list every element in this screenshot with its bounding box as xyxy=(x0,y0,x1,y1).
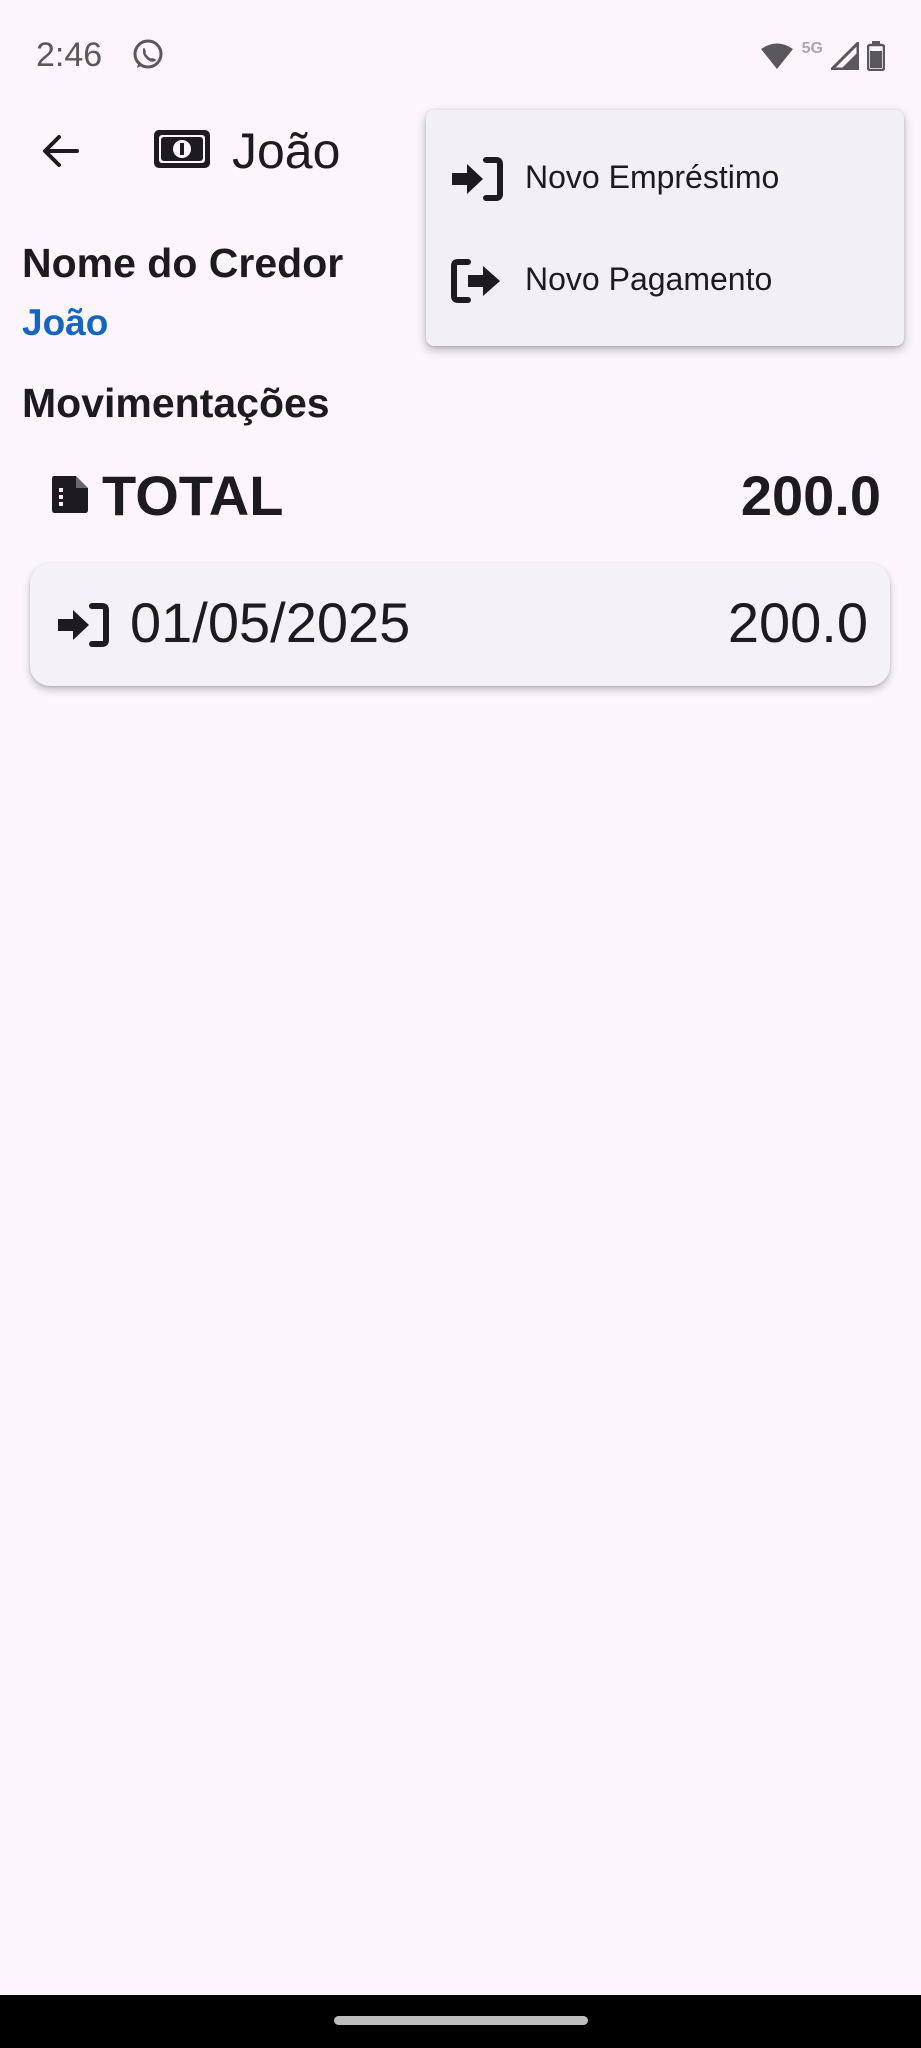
total-row: TOTAL 200.0 xyxy=(50,456,881,536)
movement-date: 01/05/2025 xyxy=(130,591,411,654)
sign-in-icon xyxy=(452,157,503,201)
status-bar: 2:46 5G xyxy=(0,0,921,108)
system-nav-bar xyxy=(0,1995,921,2048)
creditor-name: João xyxy=(22,302,109,343)
status-icons: 5G xyxy=(760,36,885,76)
status-time: 2:46 xyxy=(36,36,103,74)
money-bill-icon xyxy=(154,130,210,168)
app-title: João xyxy=(232,123,341,179)
menu-item-novo-emprestimo[interactable]: Novo Empréstimo xyxy=(426,126,904,228)
menu-item-label: Novo Empréstimo xyxy=(525,159,780,195)
movement-value: 200.0 xyxy=(727,591,868,654)
total-label: TOTAL xyxy=(102,464,284,527)
sign-out-icon xyxy=(451,259,500,303)
whatsapp-icon xyxy=(133,39,163,69)
total-value: 200.0 xyxy=(740,464,881,527)
menu-item-novo-pagamento[interactable]: Novo Pagamento xyxy=(426,228,904,330)
movement-card[interactable]: 01/05/2025 200.0 xyxy=(30,563,890,686)
arrow-left-icon xyxy=(43,135,79,167)
back-button[interactable] xyxy=(28,118,94,184)
home-gesture-handle[interactable] xyxy=(334,2016,588,2025)
battery-icon xyxy=(867,41,885,71)
wifi-icon xyxy=(760,43,793,69)
sign-in-icon xyxy=(58,603,109,647)
movements-title: Movimentações xyxy=(22,380,330,426)
menu-item-label: Novo Pagamento xyxy=(525,261,773,297)
network-type: 5G xyxy=(801,40,823,57)
creditor-label: Nome do Credor xyxy=(22,240,344,286)
popup-menu: Novo Empréstimo Novo Pagamento xyxy=(426,110,904,346)
signal-icon xyxy=(831,42,859,70)
file-icon xyxy=(52,476,88,513)
